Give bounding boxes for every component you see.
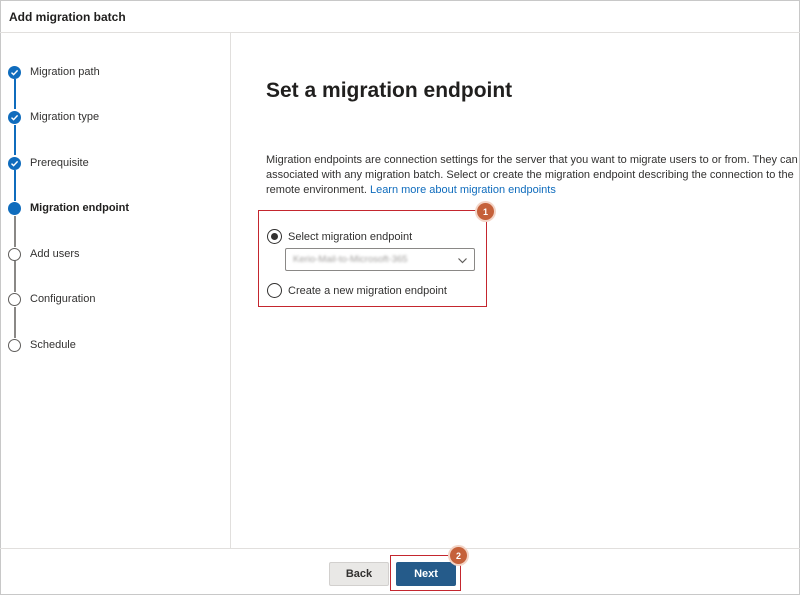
step-configuration[interactable]: Configuration	[8, 291, 95, 307]
empty-circle-icon	[8, 338, 21, 352]
description-line: remote environment. Learn more about mig…	[266, 183, 800, 198]
step-connector	[14, 79, 16, 109]
callout-badge: 1	[477, 203, 494, 220]
radio-button[interactable]	[267, 283, 282, 298]
step-schedule[interactable]: Schedule	[8, 337, 76, 353]
page-title: Set a migration endpoint	[266, 79, 513, 102]
step-connector	[14, 170, 16, 201]
description-line: associated with any migration batch. Sel…	[266, 169, 794, 181]
step-connector	[14, 125, 16, 155]
checkmark-circle-icon	[8, 65, 21, 79]
step-label: Migration path	[30, 66, 100, 78]
checkmark-circle-icon	[8, 156, 21, 170]
empty-circle-icon	[8, 247, 21, 261]
step-label: Configuration	[30, 293, 96, 305]
step-label: Migration endpoint	[30, 202, 129, 214]
radio-label: Select migration endpoint	[288, 230, 413, 243]
chevron-down-icon	[458, 258, 467, 264]
dropdown-value: Kerio-Mail-to-Microsoft-365	[293, 254, 408, 265]
step-label: Add users	[30, 248, 80, 260]
step-connector	[14, 216, 16, 247]
description-text: remote environment.	[266, 184, 367, 196]
step-label: Schedule	[30, 339, 76, 351]
filled-circle-icon	[8, 201, 21, 215]
description-line: Migration endpoints are connection setti…	[266, 154, 800, 166]
empty-circle-icon	[8, 292, 21, 306]
back-button[interactable]: Back	[329, 562, 389, 586]
learn-more-link[interactable]: Learn more about migration endpoints	[370, 184, 556, 196]
step-add-users[interactable]: Add users	[8, 246, 80, 262]
checkmark-circle-icon	[8, 110, 21, 124]
step-migration-path[interactable]: Migration path	[8, 64, 100, 80]
create-endpoint-option[interactable]: Create a new migration endpoint	[267, 283, 447, 298]
step-migration-type[interactable]: Migration type	[8, 109, 99, 125]
radio-selected-dot	[271, 233, 278, 240]
description: Migration endpoints are connection setti…	[266, 153, 800, 198]
radio-button[interactable]	[267, 229, 282, 244]
callout-badge: 2	[450, 547, 467, 564]
step-migration-endpoint[interactable]: Migration endpoint	[8, 200, 129, 216]
step-label: Migration type	[30, 111, 100, 123]
radio-label: Create a new migration endpoint	[288, 284, 447, 297]
step-connector	[14, 261, 16, 292]
step-label: Prerequisite	[30, 157, 89, 169]
step-connector	[14, 307, 16, 338]
dialog-title: Add migration batch	[0, 0, 800, 33]
step-navigation: Migration path Migration type Prerequisi…	[0, 33, 231, 548]
callout-highlight-box	[390, 555, 461, 591]
endpoint-dropdown[interactable]: Kerio-Mail-to-Microsoft-365	[285, 248, 475, 271]
select-endpoint-option[interactable]: Select migration endpoint	[267, 229, 412, 244]
step-prerequisite[interactable]: Prerequisite	[8, 155, 89, 171]
